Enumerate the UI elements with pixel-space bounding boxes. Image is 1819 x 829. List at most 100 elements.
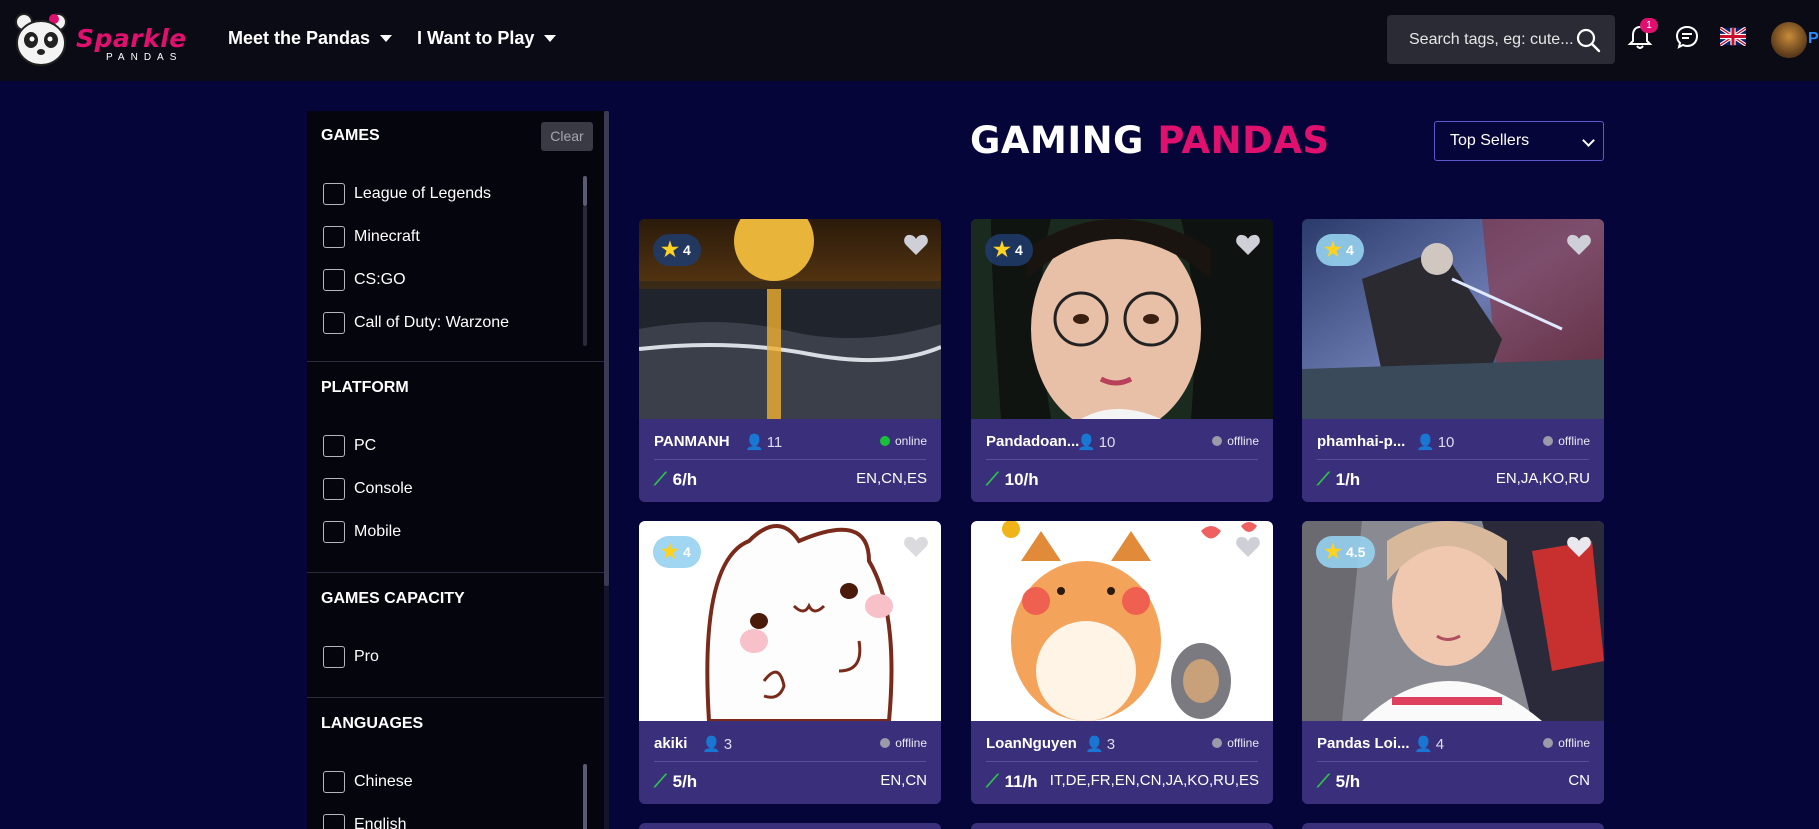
filter-option-minecraft[interactable]: Minecraft xyxy=(323,226,420,248)
rating-value: 4 xyxy=(682,544,691,560)
site-logo[interactable]: Sparkle PANDAS xyxy=(14,10,186,68)
languages: EN,CN xyxy=(880,772,927,789)
seller-card-partial[interactable] xyxy=(971,823,1273,829)
section-divider xyxy=(307,697,604,698)
user-avatar[interactable] xyxy=(1771,22,1807,58)
languages: IT,DE,FR,EN,CN,JA,KO,RU,ES xyxy=(1049,772,1259,789)
info-divider xyxy=(986,761,1258,762)
seller-name: Pandadoan... xyxy=(986,433,1080,450)
filter-option-mobile[interactable]: Mobile xyxy=(323,521,401,543)
option-label: PC xyxy=(354,437,377,454)
rating-value: 4 xyxy=(1014,242,1023,258)
nav-meet-the-pandas[interactable]: Meet the Pandas xyxy=(228,28,393,49)
seller-card-partial[interactable] xyxy=(639,823,941,829)
favorite-heart-icon[interactable] xyxy=(1566,233,1592,257)
notification-badge: 1 xyxy=(1640,18,1658,33)
chat-icon[interactable] xyxy=(1672,22,1702,52)
favorite-heart-icon[interactable] xyxy=(903,535,929,559)
info-divider xyxy=(1317,459,1589,460)
seller-card[interactable]: ★ 4 akiki 👤 3 offline ⟋ 5/h EN,CN xyxy=(639,521,941,804)
status-text: offline xyxy=(895,736,927,750)
option-label: Pro xyxy=(354,648,379,665)
follower-count: 👤 3 xyxy=(702,735,732,754)
price: ⟋ 5/h xyxy=(654,771,697,792)
rating-value: 4 xyxy=(1345,242,1354,258)
nav-i-want-to-play[interactable]: I Want to Play xyxy=(417,28,557,49)
sword-icon: ⟋ xyxy=(986,469,999,489)
seller-info: LoanNguyen 👤 3 offline ⟋ 11/h IT,DE,FR,EN,… xyxy=(971,721,1273,804)
checkbox[interactable] xyxy=(323,478,345,500)
filter-option-warzone[interactable]: Call of Duty: Warzone xyxy=(323,312,509,334)
checkbox[interactable] xyxy=(323,646,345,668)
filter-option-pc[interactable]: PC xyxy=(323,435,376,457)
follower-value: 10 xyxy=(1098,433,1116,451)
filter-option-console[interactable]: Console xyxy=(323,478,413,500)
sort-selected-value: Top Sellers xyxy=(1450,132,1530,149)
chevron-down-icon xyxy=(380,35,393,42)
seller-name: akiki xyxy=(654,735,688,752)
filter-option-english[interactable]: English xyxy=(323,814,406,829)
option-label: Mobile xyxy=(354,523,402,540)
seller-card[interactable]: ★ 4 phamhai-p... 👤 10 offline ⟋ 1/h EN,JA,K… xyxy=(1302,219,1604,502)
rating-badge: ★ 4 xyxy=(653,234,701,266)
chevron-down-icon xyxy=(544,35,557,42)
checkbox[interactable] xyxy=(323,269,345,291)
seller-card[interactable]: ★ 4 Pandadoan... 👤 10 offline ⟋ 10/h xyxy=(971,219,1273,502)
price: ⟋ 10/h xyxy=(986,469,1039,490)
favorite-heart-icon[interactable] xyxy=(1566,535,1592,559)
uk-flag-icon[interactable] xyxy=(1720,27,1746,46)
search-icon[interactable] xyxy=(1575,27,1601,53)
filter-option-chinese[interactable]: Chinese xyxy=(323,771,413,793)
checkbox[interactable] xyxy=(323,435,345,457)
option-label: League of Legends xyxy=(354,185,492,202)
seller-info: Pandas Loi... 👤 4 offline ⟋ 5/h CN xyxy=(1302,721,1604,804)
checkbox[interactable] xyxy=(323,814,345,829)
star-icon: ★ xyxy=(993,239,1011,261)
seller-info: Pandadoan... 👤 10 offline ⟋ 10/h xyxy=(971,419,1273,502)
sidebar-scrollbar[interactable] xyxy=(604,111,609,586)
languages-list-scrollbar[interactable] xyxy=(583,764,587,829)
checkbox[interactable] xyxy=(323,226,345,248)
seller-card[interactable]: ★ 4.5 Pandas Loi... 👤 4 offline ⟋ 5/h CN xyxy=(1302,521,1604,804)
filter-option-csgo[interactable]: CS:GO xyxy=(323,269,406,291)
capacity-section-title: GAMES CAPACITY xyxy=(321,590,465,607)
status-indicator: offline xyxy=(1543,736,1590,750)
checkbox[interactable] xyxy=(323,521,345,543)
games-list-scrollbar[interactable] xyxy=(583,176,587,206)
status-text: offline xyxy=(1558,434,1590,448)
search-input[interactable]: Search tags, eg: cute... xyxy=(1387,15,1615,64)
option-label: Minecraft xyxy=(354,228,420,245)
star-icon: ★ xyxy=(661,239,679,261)
option-label: Call of Duty: Warzone xyxy=(354,314,510,331)
user-name-initial[interactable]: P xyxy=(1808,30,1819,48)
sort-select[interactable]: Top Sellers xyxy=(1434,121,1604,161)
follower-value: 10 xyxy=(1437,433,1455,451)
favorite-heart-icon[interactable] xyxy=(1235,535,1261,559)
sword-icon: ⟋ xyxy=(1317,771,1330,791)
seller-card[interactable]: LoanNguyen 👤 3 offline ⟋ 11/h IT,DE,FR,EN,… xyxy=(971,521,1273,804)
favorite-heart-icon[interactable] xyxy=(903,233,929,257)
checkbox[interactable] xyxy=(323,312,345,334)
price-value: 5/h xyxy=(1335,771,1361,791)
checkbox[interactable] xyxy=(323,771,345,793)
filter-sidebar: GAMES Clear League of Legends Minecraft … xyxy=(307,111,604,829)
seller-name: Pandas Loi... xyxy=(1317,735,1410,752)
seller-info: PANMANH 👤 11 online ⟋ 6/h EN,CN,ES xyxy=(639,419,941,502)
offline-dot-icon xyxy=(1212,738,1223,748)
top-navbar: Sparkle PANDAS Meet the Pandas I Want to… xyxy=(0,0,1819,81)
user-icon: 👤 xyxy=(702,736,721,753)
filter-option-league-of-legends[interactable]: League of Legends xyxy=(323,183,491,205)
seller-card-partial[interactable] xyxy=(1302,823,1604,829)
platform-section-title: PLATFORM xyxy=(321,379,409,396)
seller-name: LoanNguyen xyxy=(986,735,1077,752)
rating-value: 4.5 xyxy=(1345,544,1366,560)
info-divider xyxy=(654,761,926,762)
clear-filters-button[interactable]: Clear xyxy=(541,122,593,151)
favorite-heart-icon[interactable] xyxy=(1235,233,1261,257)
star-icon: ★ xyxy=(1324,239,1342,261)
checkbox[interactable] xyxy=(323,183,345,205)
option-label: Console xyxy=(354,480,413,497)
filter-option-pro[interactable]: Pro xyxy=(323,646,379,668)
nav-label: I Want to Play xyxy=(417,28,535,48)
seller-card[interactable]: ★ 4 PANMANH 👤 11 online ⟋ 6/h EN,CN,ES xyxy=(639,219,941,502)
